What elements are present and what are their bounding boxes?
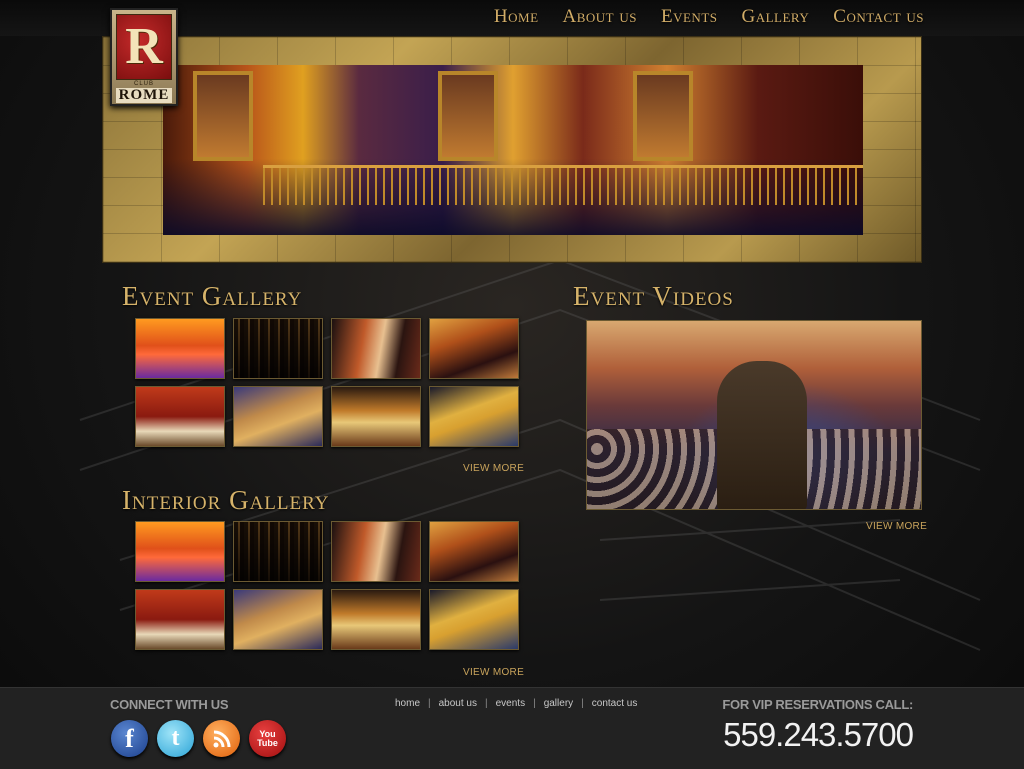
logo-wordmark: ROME: [116, 88, 172, 103]
hero-mirror-center: [438, 71, 498, 161]
event-gallery-thumbnail[interactable]: [135, 386, 225, 447]
interior-gallery-thumbnail[interactable]: [331, 589, 421, 650]
event-video-player[interactable]: [586, 320, 922, 510]
main-nav: Home About us Events Gallery Contact us: [494, 6, 924, 28]
interior-gallery-title: Interior Gallery: [122, 485, 330, 515]
facebook-icon[interactable]: f: [111, 720, 148, 757]
interior-gallery-grid: [135, 521, 519, 650]
event-gallery-thumbnail[interactable]: [331, 386, 421, 447]
nav-contact-us[interactable]: Contact us: [833, 6, 924, 28]
hero-banner: [102, 36, 922, 263]
event-videos-view-more-link[interactable]: VIEW MORE: [866, 521, 927, 532]
nav-about-us[interactable]: About us: [563, 6, 637, 28]
nav-gallery[interactable]: Gallery: [742, 6, 810, 28]
hero-mirror-right: [633, 71, 693, 161]
interior-gallery-thumbnail[interactable]: [429, 589, 519, 650]
site-footer: CONNECT WITH US f t You Tube home | abou…: [0, 687, 1024, 769]
footer-links: home | about us | events | gallery | con…: [395, 698, 637, 709]
footer-link-separator: |: [485, 698, 488, 709]
event-gallery-thumbnail[interactable]: [331, 318, 421, 379]
interior-gallery-thumbnail[interactable]: [233, 589, 323, 650]
vip-reservations-label: FOR VIP RESERVATIONS CALL:: [722, 697, 913, 712]
vip-phone-number[interactable]: 559.243.5700: [723, 716, 914, 754]
club-rome-logo[interactable]: R CLUB ROME: [110, 8, 178, 106]
event-gallery-thumbnail[interactable]: [233, 318, 323, 379]
youtube-glyph-bottom: Tube: [257, 737, 278, 748]
footer-link-gallery[interactable]: gallery: [544, 698, 573, 709]
video-performer-graphic: [717, 361, 807, 509]
footer-link-about-us[interactable]: about us: [439, 698, 477, 709]
event-gallery-title: Event Gallery: [122, 281, 303, 311]
hero-mirror-left: [193, 71, 253, 161]
rss-icon[interactable]: [203, 720, 240, 757]
event-gallery-grid: [135, 318, 519, 447]
event-gallery-thumbnail[interactable]: [429, 386, 519, 447]
logo-letter: R: [125, 18, 163, 75]
nav-events[interactable]: Events: [661, 6, 718, 28]
social-icons: f t You Tube: [111, 720, 286, 757]
footer-link-separator: |: [581, 698, 584, 709]
interior-gallery-thumbnail[interactable]: [135, 589, 225, 650]
interior-gallery-thumbnail[interactable]: [429, 521, 519, 582]
youtube-icon[interactable]: You Tube: [249, 720, 286, 757]
rss-glyph: [213, 730, 230, 747]
footer-link-events[interactable]: events: [496, 698, 525, 709]
interior-gallery-thumbnail[interactable]: [331, 521, 421, 582]
event-videos-title: Event Videos: [573, 281, 734, 311]
footer-link-separator: |: [533, 698, 536, 709]
hero-photo-club-interior: [163, 65, 863, 235]
hero-balcony-rail: [263, 165, 863, 205]
footer-link-contact-us[interactable]: contact us: [592, 698, 638, 709]
logo-emblem: R: [116, 14, 172, 80]
nav-home[interactable]: Home: [494, 6, 539, 28]
event-gallery-thumbnail[interactable]: [429, 318, 519, 379]
twitter-glyph: t: [171, 725, 180, 751]
interior-gallery-view-more-link[interactable]: VIEW MORE: [463, 667, 524, 678]
event-gallery-view-more-link[interactable]: VIEW MORE: [463, 463, 524, 474]
interior-gallery-thumbnail[interactable]: [233, 521, 323, 582]
facebook-glyph: f: [125, 723, 134, 753]
twitter-icon[interactable]: t: [157, 720, 194, 757]
footer-link-separator: |: [428, 698, 431, 709]
connect-with-us-label: CONNECT WITH US: [110, 697, 229, 712]
interior-gallery-thumbnail[interactable]: [135, 521, 225, 582]
footer-link-home[interactable]: home: [395, 698, 420, 709]
event-gallery-thumbnail[interactable]: [233, 386, 323, 447]
event-gallery-thumbnail[interactable]: [135, 318, 225, 379]
